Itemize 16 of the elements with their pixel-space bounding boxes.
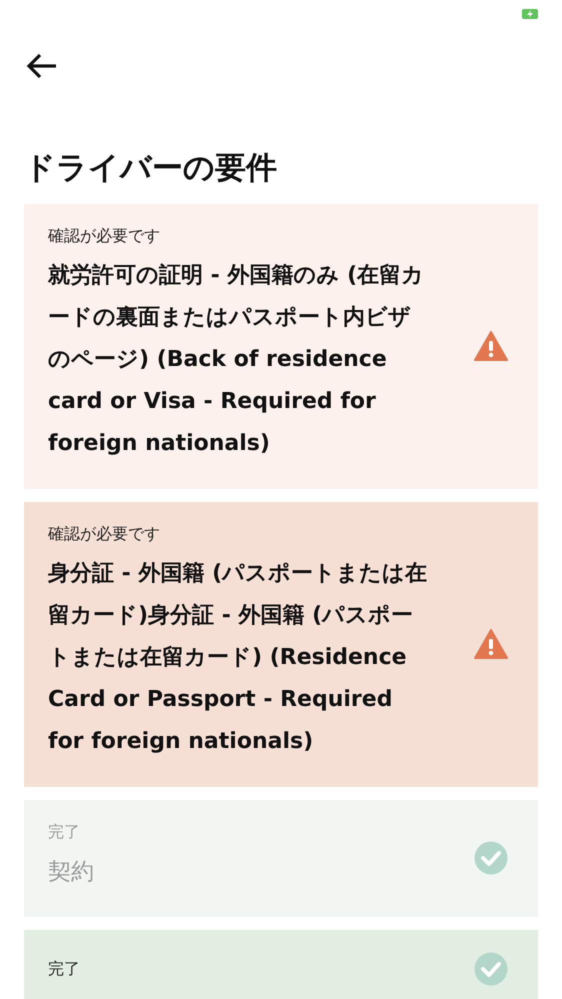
status-label: 完了 — [48, 958, 81, 980]
requirement-card[interactable]: 確認が必要です 就労許可の証明 - 外国籍のみ (在留カードの裏面またはパスポート内ビザのページ) (Back of residence card or Visa - Required for foreign nationals) — [24, 204, 538, 489]
status-label: 完了 — [48, 822, 81, 843]
warning-icon — [474, 628, 508, 658]
requirement-title: 就労許可の証明 - 外国籍のみ (在留カードの裏面またはパスポート内ビザのページ) (Back of residence card or Visa - Required for foreign nationals) — [48, 262, 426, 458]
requirement-card[interactable]: 確認が必要です 身分証 - 外国籍 (パスポートまたは在留カード)身分証 - 外国籍 (パスポートまたは在留カード) (Residence Card or Passport - Required for foreign nationals) — [24, 502, 538, 787]
warning-icon — [474, 330, 508, 360]
battery-icon — [522, 8, 540, 20]
requirement-title: 身分証 - 外国籍 (パスポートまたは在留カード)身分証 - 外国籍 (パスポートまたは在留カード) (Residence Card or Passport - Required for foreign nationals) — [48, 560, 428, 756]
check-icon — [474, 952, 508, 986]
status-label: 確認が必要です — [48, 226, 161, 247]
requirement-title: 契約 — [48, 858, 95, 887]
check-icon — [474, 840, 508, 874]
page-title: ドライバーの要件 — [24, 149, 278, 188]
requirement-card[interactable]: 完了 — [24, 930, 538, 999]
status-label: 確認が必要です — [48, 524, 161, 545]
